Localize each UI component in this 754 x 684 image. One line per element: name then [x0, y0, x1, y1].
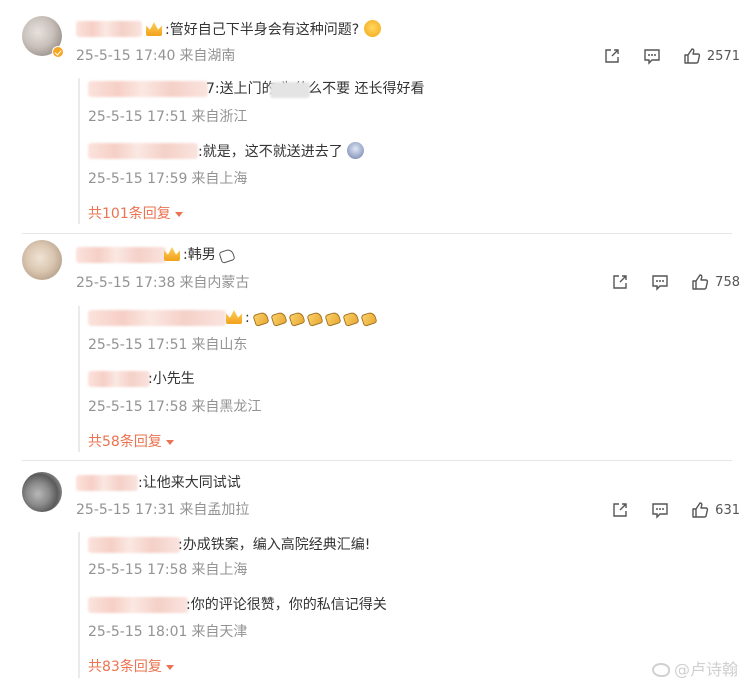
location: 来自上海 [191, 562, 248, 578]
location: 来自上海 [191, 171, 248, 187]
comment-meta: 25-5-15 17:38 来自内蒙古 [76, 274, 249, 292]
thumbs-up-icon[interactable] [683, 47, 701, 65]
location: 来自黑龙江 [191, 399, 262, 415]
reply-text: :你的评论很赞，你的私信记得关 [186, 597, 387, 613]
reply-meta: 25-5-15 17:59 来自上海 [88, 170, 247, 188]
caret-down-icon [165, 664, 174, 670]
thumbs-up-icon[interactable] [691, 501, 709, 519]
avatar[interactable] [22, 472, 62, 512]
reply-text: :就是，这不就送进去了 [198, 144, 343, 160]
blurred-username[interactable] [88, 597, 188, 613]
comment-text: :韩男 [183, 247, 216, 263]
caret-down-icon [174, 211, 183, 217]
blurred-username[interactable] [88, 81, 208, 97]
thumbs-up-icon[interactable] [691, 273, 709, 291]
blurred-username[interactable] [88, 143, 198, 159]
timestamp: 25-5-15 17:59 [88, 171, 188, 187]
reply-text: :办成铁案，编入高院经典汇编! [178, 537, 371, 553]
reply-text: :小先生 [148, 371, 195, 387]
comment-meta: 25-5-15 17:31 来自孟加拉 [76, 501, 249, 519]
reply-meta: 25-5-15 17:58 来自上海 [88, 561, 247, 579]
timestamp: 25-5-15 18:01 [88, 624, 188, 640]
location: 来自浙江 [191, 109, 248, 125]
avatar[interactable] [22, 240, 62, 280]
timestamp: 25-5-15 17:58 [88, 562, 188, 578]
location: 来自内蒙古 [179, 275, 250, 291]
timestamp: 25-5-15 17:38 [76, 275, 176, 291]
comment-icon[interactable] [651, 501, 669, 519]
comment-text: :管好自己下半身会有这种问题? [165, 22, 360, 38]
location: 来自山东 [191, 337, 248, 353]
pinch-hand-emoji-icon [288, 311, 306, 327]
comment-actions: 631 [589, 499, 740, 521]
blurred-username[interactable] [76, 247, 166, 263]
grin-emoji-icon [363, 20, 381, 37]
watermark-text: @卢诗翰 [673, 660, 738, 679]
reply-meta: 25-5-15 17:51 来自山东 [88, 336, 247, 354]
timestamp: 25-5-15 17:40 [76, 48, 176, 64]
blurred-username[interactable] [88, 537, 180, 553]
more-replies-label: 共83条回复 [88, 659, 162, 675]
location: 来自孟加拉 [179, 502, 250, 518]
fan-crown-icon [226, 310, 242, 324]
comment-icon[interactable] [643, 47, 661, 65]
reply-list: :办成铁案，编入高院经典汇编! 25-5-15 17:58 来自上海 :你的评论很… [78, 532, 387, 678]
pinch-hand-emoji-icon [218, 248, 236, 264]
share-icon[interactable] [603, 47, 621, 65]
fan-crown-icon [164, 247, 180, 261]
reply-text-line: :就是，这不就送进去了 [198, 142, 365, 161]
pinch-hand-emoji-icon [306, 311, 324, 327]
reply-text-line: : [226, 309, 380, 327]
location: 来自湖南 [179, 48, 236, 64]
blurred-username[interactable] [76, 475, 138, 491]
reply-meta: 25-5-15 17:51 来自浙江 [88, 108, 247, 126]
blurred-username[interactable] [88, 371, 150, 387]
blurred-word [270, 82, 310, 98]
comment-actions: 2571 [581, 45, 740, 67]
share-icon[interactable] [611, 501, 629, 519]
comment-text: :让他来大同试试 [138, 475, 241, 491]
more-replies-label: 共101条回复 [88, 206, 171, 222]
comment-meta: 25-5-15 17:40 来自湖南 [76, 47, 235, 65]
reply-text: : [245, 310, 250, 326]
view-more-replies-link[interactable]: 共58条回复 [88, 431, 174, 451]
divider [22, 233, 732, 234]
like-count: 631 [715, 502, 740, 518]
pinch-hand-emoji-icon [252, 311, 270, 327]
pinch-hand-emoji-icon [360, 311, 378, 327]
timestamp: 25-5-15 17:51 [88, 109, 188, 125]
reply-list: 7:送上门的 为什么不要 还长得好看 25-5-15 17:51 来自浙江 :就是… [78, 78, 425, 224]
view-more-replies-link[interactable]: 共101条回复 [88, 203, 183, 223]
share-icon[interactable] [611, 273, 629, 291]
reply-meta: 25-5-15 18:01 来自天津 [88, 623, 247, 641]
caret-down-icon [165, 439, 174, 445]
comment-actions: 758 [589, 271, 740, 293]
comment-text-line: :韩男 [164, 246, 238, 264]
more-replies-label: 共58条回复 [88, 434, 162, 450]
blurred-username[interactable] [76, 21, 142, 37]
reply-text: 7:送上门的 为什么不要 还长得好看 [206, 81, 425, 97]
pinch-hand-emoji-icon [270, 311, 288, 327]
like-count: 2571 [706, 48, 740, 64]
timestamp: 25-5-15 17:51 [88, 337, 188, 353]
timestamp: 25-5-15 17:58 [88, 399, 188, 415]
pinch-hand-emoji-icon [342, 311, 360, 327]
reply-list: : 25-5-15 17:51 来自山东 :小先生 25-5-15 17:58 来自… [78, 306, 378, 452]
reply-meta: 25-5-15 17:58 来自黑龙江 [88, 398, 261, 416]
view-more-replies-link[interactable]: 共83条回复 [88, 656, 174, 676]
like-count: 758 [715, 274, 740, 290]
fan-crown-icon [146, 22, 162, 36]
verified-badge-icon [52, 46, 64, 58]
blurred-username[interactable] [88, 310, 226, 326]
comment-icon[interactable] [651, 273, 669, 291]
pinch-hand-emoji-icon [324, 311, 342, 327]
shocked-emoji-icon [347, 142, 365, 159]
weibo-watermark: @卢诗翰 [651, 656, 738, 680]
weibo-logo-icon [651, 663, 670, 677]
divider [22, 460, 732, 461]
location: 来自天津 [191, 624, 248, 640]
timestamp: 25-5-15 17:31 [76, 502, 176, 518]
comment-text-line: :管好自己下半身会有这种问题? [146, 20, 381, 39]
